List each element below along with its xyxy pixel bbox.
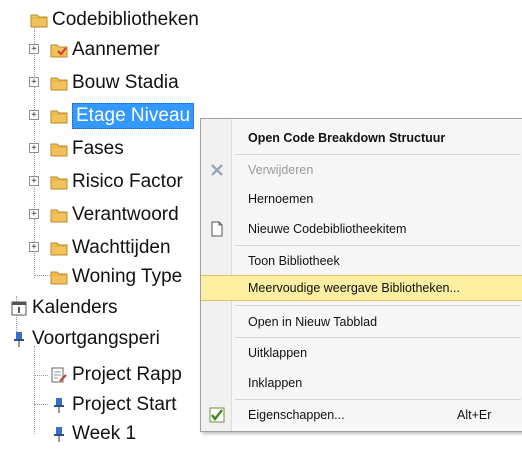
folder-icon (50, 271, 68, 285)
tree-item-label: Risico Factor (72, 171, 183, 192)
tree-item-verantwoord[interactable]: Verantwoord (50, 200, 179, 230)
folder-checked-icon (50, 44, 68, 58)
pushpin-icon (14, 332, 24, 347)
tree-item-label: Verantwoord (72, 204, 179, 225)
menu-item-rename[interactable]: Hernoemen (201, 186, 522, 212)
tree-item-week-1[interactable]: Week 1 (50, 419, 136, 449)
tree-item-voortgangsperiodes[interactable]: Voortgangsperi (10, 324, 160, 354)
menu-item-open-new-tab[interactable]: Open in Nieuw Tabblad (201, 309, 522, 335)
menu-item-properties[interactable]: Eigenschappen... Alt+Er (201, 402, 522, 428)
tree-item-label: Woning Type (72, 266, 183, 287)
tree-guide-line (34, 346, 35, 434)
menu-separator (235, 399, 521, 400)
tree-item-label: Aannemer (72, 39, 160, 60)
tree-item-aannemer[interactable]: Aannemer (50, 35, 160, 65)
report-edit-icon (51, 367, 67, 383)
menu-separator (235, 245, 521, 246)
tree-item-bouw-stadia[interactable]: Bouw Stadia (50, 68, 179, 98)
menu-item-expand[interactable]: Uitklappen (201, 340, 522, 366)
folder-icon (50, 209, 68, 223)
folder-icon (50, 110, 68, 124)
expand-toggle-icon[interactable]: + (29, 143, 39, 153)
folder-icon (50, 77, 68, 91)
menu-item-shortcut: Alt+Er (457, 408, 492, 422)
tree-root-codebibliotheken[interactable]: Codebibliotheken (30, 5, 199, 35)
pushpin-icon (54, 427, 64, 442)
expand-toggle-icon[interactable]: + (29, 44, 39, 54)
menu-item-delete[interactable]: Verwijderen (201, 157, 522, 183)
tree-item-risico-factor[interactable]: Risico Factor (50, 167, 183, 197)
tree-item-label: Voortgangsperi (32, 328, 160, 349)
menu-item-open-breakdown[interactable]: Open Code Breakdown Structuur (201, 125, 522, 151)
calendar-icon (11, 301, 27, 316)
tree-item-label: Week 1 (72, 423, 137, 444)
tree-root-label: Codebibliotheken (52, 9, 199, 30)
pushpin-icon (54, 398, 64, 413)
tree-guide-line (34, 275, 50, 276)
tree-guide-line (34, 404, 48, 405)
tree-item-project-start[interactable]: Project Start (50, 390, 177, 420)
tree-item-label: Fases (72, 138, 124, 159)
folder-icon (50, 242, 68, 256)
tree-item-wachttijden[interactable]: Wachttijden (50, 233, 171, 263)
tree-item-fases[interactable]: Fases (50, 134, 124, 164)
new-document-icon (211, 221, 223, 237)
expand-toggle-icon[interactable]: + (29, 110, 39, 120)
folder-icon (50, 143, 68, 157)
delete-icon (211, 164, 223, 176)
tree-item-label-selected: Etage Niveau (72, 103, 195, 129)
folder-icon (30, 14, 48, 28)
tree-item-label: Kalenders (32, 297, 118, 318)
menu-separator (235, 305, 521, 306)
tree-item-project-rapport[interactable]: Project Rapp (50, 360, 182, 390)
expand-toggle-icon[interactable]: + (29, 176, 39, 186)
folder-icon (50, 176, 68, 190)
tree-item-etage-niveau[interactable]: Etage Niveau (50, 101, 195, 131)
tree-item-kalenders[interactable]: Kalenders (10, 293, 118, 323)
tree-item-woning-type[interactable]: Woning Type (50, 262, 182, 292)
tree-item-label: Project Rapp (72, 364, 182, 385)
menu-item-show-library[interactable]: Toon Bibliotheek (201, 248, 522, 274)
tree-item-label: Bouw Stadia (72, 72, 179, 93)
menu-item-collapse[interactable]: Inklappen (201, 370, 522, 396)
expand-toggle-icon[interactable]: + (29, 242, 39, 252)
menu-item-multiple-view[interactable]: Meervoudige weergave Bibliotheken... (201, 275, 522, 301)
expand-toggle-icon[interactable]: + (29, 209, 39, 219)
context-menu: Open Code Breakdown Structuur Verwijdere… (200, 118, 522, 432)
expand-toggle-icon[interactable]: + (29, 77, 39, 87)
menu-separator (235, 154, 521, 155)
tree-item-label: Project Start (72, 394, 177, 415)
menu-separator (235, 337, 521, 338)
menu-item-new-library-item[interactable]: Nieuwe Codebibliotheekitem (201, 216, 522, 242)
checkmark-icon (209, 407, 225, 423)
tree-item-label: Wachttijden (72, 237, 171, 258)
tree-guide-line (34, 375, 48, 376)
